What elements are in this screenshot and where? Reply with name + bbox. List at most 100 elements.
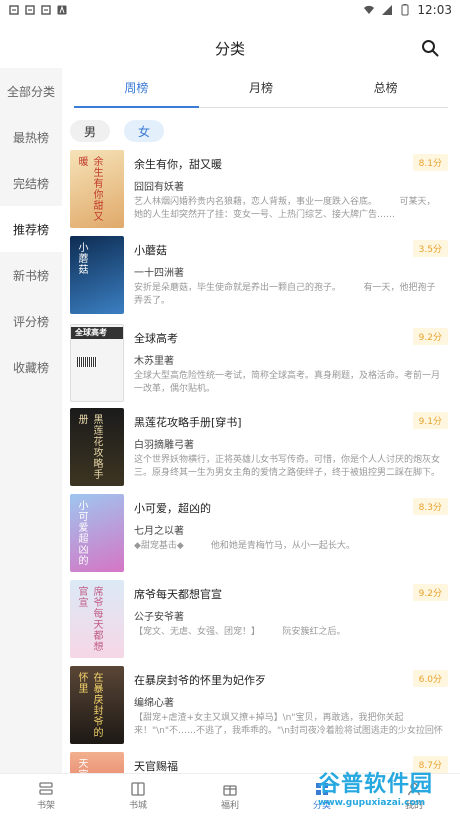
book-info: 小可爱，超凶的 七月之以著 ◆甜宠基击◆ 他和她是青梅竹马，从小一起长大。 8.… — [124, 494, 450, 580]
sidebar-item-label: 评分榜 — [12, 314, 49, 329]
book-title: 在暴戾封爷的怀里为妃作歹 — [134, 674, 266, 687]
book-score: 9.2分 — [412, 584, 448, 601]
cover-title: 小可爱超凶的 — [76, 500, 87, 566]
nav-welfare[interactable]: 福利 — [184, 774, 276, 819]
nav-bookstore[interactable]: 书城 — [92, 774, 184, 819]
sidebar-item-favorites[interactable]: 收藏榜 — [0, 344, 62, 390]
sidebar-item-label: 推荐榜 — [12, 222, 49, 237]
book-cover: 在暴戾封爷的怀里 — [70, 666, 124, 744]
sidebar-item-new[interactable]: 新书榜 — [0, 252, 62, 298]
signal-icon — [382, 5, 393, 15]
cover-title: 小蘑菇 — [76, 242, 87, 275]
cover-title: 黑莲花攻略手册 — [76, 414, 102, 480]
book-author: 七月之以著 — [134, 526, 184, 537]
sidebar-item-all[interactable]: 全部分类 — [0, 68, 62, 114]
site-watermark: 谷普软件园 www.gupuxiazai.com — [318, 772, 460, 818]
book-info: 全球高考 木苏里著 全球大型高危险性统一考试，简称全球高考。真身刷题，及格活命。… — [124, 324, 450, 410]
book-score: 8.1分 — [412, 154, 448, 171]
cover-title: 全球高考 — [75, 328, 107, 337]
book-score: 8.7分 — [412, 756, 448, 773]
sidebar-item-recommended[interactable]: 推荐榜 — [0, 206, 62, 252]
sidebar-item-hottest[interactable]: 最热榜 — [0, 114, 62, 160]
book-score: 9.1分 — [412, 412, 448, 429]
sidebar-item-label: 最热榜 — [12, 130, 49, 145]
book-item[interactable]: 全球高考 全球高考 木苏里著 全球大型高危险性统一考试，简称全球高考。真身刷题，… — [70, 324, 450, 410]
sidebar-item-label: 新书榜 — [12, 268, 49, 283]
wifi-icon — [364, 5, 375, 14]
book-item[interactable]: 小蘑菇 小蘑菇 一十四洲著 安折是朵蘑菇，毕生使命就是养出一颗自己的孢子。 有一… — [70, 236, 450, 322]
tab-monthly[interactable]: 月榜 — [199, 68, 324, 107]
book-author: 公子安爷著 — [134, 612, 184, 623]
book-item[interactable]: 天官赐福 天官赐福 8.7分 — [70, 752, 450, 773]
page-title: 分类 — [214, 39, 245, 58]
book-cover: 小蘑菇 — [70, 236, 124, 314]
system-status: 12:03 — [363, 3, 452, 17]
book-description: 艺人林烟闪婚矜贵内名狼藉，恋人背叛，事业一度跌入谷底。 可某天，她的人生却突然开… — [134, 197, 436, 220]
book-info: 小蘑菇 一十四洲著 安折是朵蘑菇，毕生使命就是养出一颗自己的孢子。 有一天，他把… — [124, 236, 450, 322]
book-cover: 席爷每天都想官宣 — [70, 580, 124, 658]
book-title: 余生有你，甜又暖 — [134, 158, 222, 171]
book-score: 3.5分 — [412, 240, 448, 257]
category-sidebar: 全部分类 最热榜 完结榜 推荐榜 新书榜 评分榜 收藏榜 — [0, 68, 62, 773]
header: 分类 — [0, 24, 460, 72]
app-notification-icon — [57, 5, 67, 15]
status-time: 12:03 — [417, 3, 452, 17]
book-description: 【宠文、无虐、女强、团宠！】 阮安簇红之后。 — [134, 627, 346, 637]
book-info: 余生有你，甜又暖 囧囧有妖著 艺人林烟闪婚矜贵内名狼藉，恋人背叛，事业一度跌入谷… — [124, 150, 450, 236]
gender-filter: 男 女 — [62, 108, 460, 154]
period-tabs: 周榜 月榜 总榜 — [74, 68, 448, 108]
notification-icons — [8, 4, 68, 16]
book-info: 在暴戾封爷的怀里为妃作歹 编绵心著 【甜宠+虐渣+女主又飒又撩+掉马】\n"宝贝… — [124, 666, 450, 752]
book-item[interactable]: 黑莲花攻略手册 黑莲花攻略手册[穿书] 白羽摘雕弓著 这个世界妖物横行，正将英雄… — [70, 408, 450, 494]
tab-weekly[interactable]: 周榜 — [74, 68, 199, 108]
book-author: 木苏里著 — [134, 356, 174, 367]
nav-label: 书架 — [36, 801, 55, 811]
book-cover: 天官赐福 — [70, 752, 124, 773]
book-item[interactable]: 在暴戾封爷的怀里 在暴戾封爷的怀里为妃作歹 编绵心著 【甜宠+虐渣+女主又飒又撩… — [70, 666, 450, 752]
sidebar-item-rating[interactable]: 评分榜 — [0, 298, 62, 344]
book-item[interactable]: 席爷每天都想官宣 席爷每天都想官宣 公子安爷著 【宠文、无虐、女强、团宠！】 阮… — [70, 580, 450, 666]
book-title: 天官赐福 — [134, 760, 178, 773]
book-item[interactable]: 小可爱超凶的 小可爱，超凶的 七月之以著 ◆甜宠基击◆ 他和她是青梅竹马，从小一… — [70, 494, 450, 580]
book-title: 全球高考 — [134, 332, 178, 345]
book-info: 席爷每天都想官宣 公子安爷著 【宠文、无虐、女强、团宠！】 阮安簇红之后。 9.… — [124, 580, 450, 666]
search-icon[interactable] — [420, 38, 440, 58]
nav-label: 福利 — [220, 801, 239, 811]
cover-barcode — [77, 357, 97, 367]
sidebar-item-label: 完结榜 — [12, 176, 49, 191]
sidebar-item-completed[interactable]: 完结榜 — [0, 160, 62, 206]
ranking-content: 周榜 月榜 总榜 男 女 余生有你甜又暖 余生有你，甜又暖 囧囧有妖著 艺人林烟… — [62, 68, 460, 773]
battery-icon — [401, 4, 409, 16]
book-title: 黑莲花攻略手册[穿书] — [134, 416, 242, 429]
book-title: 小可爱，超凶的 — [134, 502, 211, 515]
book-info: 黑莲花攻略手册[穿书] 白羽摘雕弓著 这个世界妖物横行，正将英雄儿女书写传奇。可… — [124, 408, 450, 494]
sidebar-item-label: 全部分类 — [6, 84, 55, 99]
cover-title: 在暴戾封爷的怀里 — [76, 672, 102, 738]
watermark-title: 谷普软件园 — [318, 772, 434, 797]
book-author: 白羽摘雕弓著 — [134, 440, 194, 451]
gender-male-chip[interactable]: 男 — [70, 120, 110, 142]
bookshelf-icon — [39, 782, 53, 795]
cover-title: 余生有你甜又暖 — [76, 156, 102, 222]
book-description: ◆甜宠基击◆ 他和她是青梅竹马，从小一起长大。 — [134, 541, 355, 551]
notification-icon — [41, 5, 51, 15]
tab-total[interactable]: 总榜 — [323, 68, 448, 107]
watermark-url: www.gupuxiazai.com — [318, 798, 426, 808]
book-cover: 全球高考 — [70, 324, 124, 402]
book-score: 6.0分 — [412, 670, 448, 687]
gender-female-chip[interactable]: 女 — [124, 120, 164, 142]
notification-icon — [25, 5, 35, 15]
gift-icon — [223, 785, 237, 796]
notification-icon — [9, 5, 19, 15]
book-item[interactable]: 余生有你甜又暖 余生有你，甜又暖 囧囧有妖著 艺人林烟闪婚矜贵内名狼藉，恋人背叛… — [70, 150, 450, 236]
book-title: 席爷每天都想官宣 — [134, 588, 222, 601]
book-description: 安折是朵蘑菇，毕生使命就是养出一颗自己的孢子。 有一天，他把孢子弄丢了。 — [134, 283, 436, 306]
book-cover: 余生有你甜又暖 — [70, 150, 124, 228]
cover-title: 天官赐福 — [74, 758, 89, 773]
book-score: 9.2分 — [412, 328, 448, 345]
book-description: 这个世界妖物横行，正将英雄儿女书写传奇。可惜，你是个人人讨厌的炮灰女三。原身终其… — [134, 455, 441, 478]
book-cover: 黑莲花攻略手册 — [70, 408, 124, 486]
sidebar-item-label: 收藏榜 — [12, 360, 49, 375]
book-icon — [131, 782, 145, 796]
nav-bookshelf[interactable]: 书架 — [0, 774, 92, 819]
